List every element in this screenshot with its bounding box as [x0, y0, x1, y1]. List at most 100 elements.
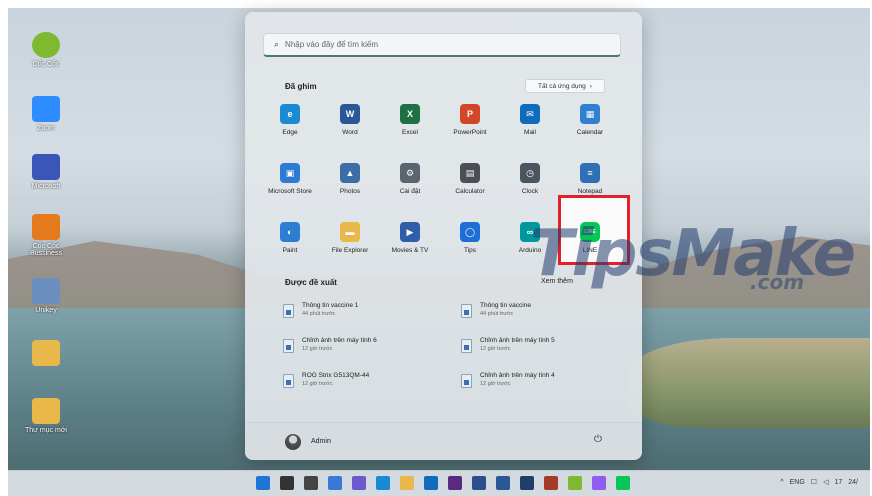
taskbar: ^ ENG ☐ ◁ 17 24/	[8, 470, 870, 496]
language-indicator[interactable]: ENG	[790, 479, 805, 486]
tray-chevron-icon[interactable]: ^	[780, 479, 783, 486]
widgets-icon[interactable]	[328, 476, 342, 490]
pinned-app-clock[interactable]: ◷ Clock	[499, 163, 561, 195]
recommended-name: Chỉnh ảnh trên máy tính 4	[480, 372, 555, 379]
folder-icon	[32, 340, 60, 366]
mail-icon: ✉	[520, 104, 540, 124]
line-icon[interactable]	[616, 476, 630, 490]
clock-time[interactable]: 17	[834, 479, 842, 486]
avatar[interactable]	[285, 434, 301, 450]
desktop-icon-unikey[interactable]: Unikey	[16, 278, 76, 314]
recommended-text: Chỉnh ảnh trên máy tính 5 12 giờ trước	[480, 337, 555, 352]
search-input[interactable]: ⌕ Nhập vào đây để tìm kiếm	[263, 33, 621, 57]
search-icon: ⌕	[274, 39, 280, 49]
document-icon	[461, 304, 472, 318]
pinned-app-photos[interactable]: ▲ Photos	[319, 163, 381, 195]
app-label: Word	[342, 129, 358, 136]
excel-icon: X	[400, 104, 420, 124]
all-apps-button[interactable]: Tất cả ứng dụng ›	[525, 79, 605, 93]
recommended-title: Được đề xuất	[285, 278, 337, 287]
powerpoint-icon: P	[460, 104, 480, 124]
pinned-app-excel[interactable]: X Excel	[379, 104, 441, 136]
pinned-app-file-explorer[interactable]: ▬ File Explorer	[319, 222, 381, 254]
app-label: Excel	[402, 129, 418, 136]
search-icon[interactable]	[280, 476, 294, 490]
recommended-time: 44 phút trước	[480, 311, 514, 317]
edge-icon[interactable]	[376, 476, 390, 490]
calendar-icon: ▦	[580, 104, 600, 124]
onenote-icon[interactable]	[544, 476, 558, 490]
more-button[interactable]: Xem thêm	[541, 278, 573, 285]
task-view-icon[interactable]	[304, 476, 318, 490]
watermark-suffix: .com	[750, 270, 805, 294]
edge-icon: e	[280, 104, 300, 124]
app-label: Clock	[521, 188, 539, 195]
coccoc-icon	[32, 32, 60, 58]
cococ-icon[interactable]	[568, 476, 582, 490]
photoshop-icon[interactable]	[520, 476, 534, 490]
file-explorer-icon: ▬	[340, 222, 360, 242]
desktop-icon-microsoft[interactable]: Microsoft	[16, 154, 76, 190]
movies-tv-icon: ▶	[400, 222, 420, 242]
app-label: Tips	[463, 247, 477, 254]
pinned-app-movies-tv[interactable]: ▶ Movies & TV	[379, 222, 441, 254]
word-icon: W	[340, 104, 360, 124]
recommended-item[interactable]: Chỉnh ảnh trên máy tính 5 12 giờ trước	[461, 337, 621, 365]
recommended-item[interactable]: ROG Strix G513QM-44 12 giờ trước	[283, 372, 443, 400]
pinned-app-mail[interactable]: ✉ Mail	[499, 104, 561, 136]
desktop-icon-coccoc[interactable]: Cốc Cốc	[16, 32, 76, 68]
document-icon	[461, 374, 472, 388]
power-button[interactable]: ⏻	[591, 434, 605, 448]
pinned-app-paint[interactable]: ◐ Paint	[259, 222, 321, 254]
recommended-name: Thông tin vaccine 1	[302, 302, 359, 309]
app-label: Paint	[282, 247, 298, 254]
volume-icon[interactable]: ◁	[823, 478, 828, 486]
word-icon[interactable]	[496, 476, 510, 490]
messenger-icon[interactable]	[592, 476, 606, 490]
pinned-app-word[interactable]: W Word	[319, 104, 381, 136]
user-name[interactable]: Admin	[311, 438, 331, 445]
recommended-text: Thông tin vaccine 1 44 phút trước	[302, 302, 358, 317]
desktop-icon-coccoc-business[interactable]: Cốc Cốc Bussiness	[16, 214, 76, 257]
pinned-app-edge[interactable]: e Edge	[259, 104, 321, 136]
file-explorer-icon[interactable]	[400, 476, 414, 490]
app-label: Edge	[282, 129, 298, 136]
microsoft-store-icon: ▣	[280, 163, 300, 183]
pinned-app-calculator[interactable]: ▤ Calculator	[439, 163, 501, 195]
microsoft-icon	[32, 154, 60, 180]
app-icon[interactable]	[472, 476, 486, 490]
network-icon[interactable]: ☐	[811, 478, 817, 486]
pinned-app-notepad[interactable]: ≡ Notepad	[559, 163, 621, 195]
app-label: Cài đặt	[399, 188, 421, 195]
desktop-icon-new-folder[interactable]: Thư mục mới	[16, 398, 76, 434]
document-icon	[283, 304, 294, 318]
recommended-item[interactable]: Chỉnh ảnh trên máy tính 6 12 giờ trước	[283, 337, 443, 365]
clock-date[interactable]: 24/	[848, 479, 858, 486]
recommended-text: Chỉnh ảnh trên máy tính 6 12 giờ trước	[302, 337, 377, 352]
recommended-item[interactable]: Chỉnh ảnh trên máy tính 4 12 giờ trước	[461, 372, 621, 400]
pinned-title: Đã ghim	[285, 82, 317, 91]
desktop-icon-folder[interactable]	[16, 340, 76, 369]
chat-icon[interactable]	[352, 476, 366, 490]
recommended-time: 12 giờ trước	[302, 346, 333, 352]
pinned-app-tips[interactable]: ◯ Tips	[439, 222, 501, 254]
recommended-name: Chỉnh ảnh trên máy tính 6	[302, 337, 377, 344]
folder-icon	[32, 398, 60, 424]
start-button[interactable]	[256, 476, 270, 490]
mail-icon[interactable]	[424, 476, 438, 490]
recommended-name: Thông tin vaccine	[480, 302, 531, 309]
pinned-app-powerpoint[interactable]: P PowerPoint	[439, 104, 501, 136]
premiere-icon[interactable]	[448, 476, 462, 490]
desktop-icon-zoom[interactable]: Zoom	[16, 96, 76, 132]
unikey-icon	[32, 278, 60, 304]
recommended-item[interactable]: Thông tin vaccine 44 phút trước	[461, 302, 621, 330]
pinned-app-microsoft-store[interactable]: ▣ Microsoft Store	[259, 163, 321, 195]
recommended-item[interactable]: Thông tin vaccine 1 44 phút trước	[283, 302, 443, 330]
tips-icon: ◯	[460, 222, 480, 242]
pinned-app-c-i-t[interactable]: ⚙ Cài đặt	[379, 163, 441, 195]
pinned-app-calendar[interactable]: ▦ Calendar	[559, 104, 621, 136]
start-footer: Admin ⏻	[245, 422, 642, 460]
coccoc-business-icon	[32, 214, 60, 240]
recommended-time: 12 giờ trước	[480, 346, 511, 352]
clock-icon: ◷	[520, 163, 540, 183]
